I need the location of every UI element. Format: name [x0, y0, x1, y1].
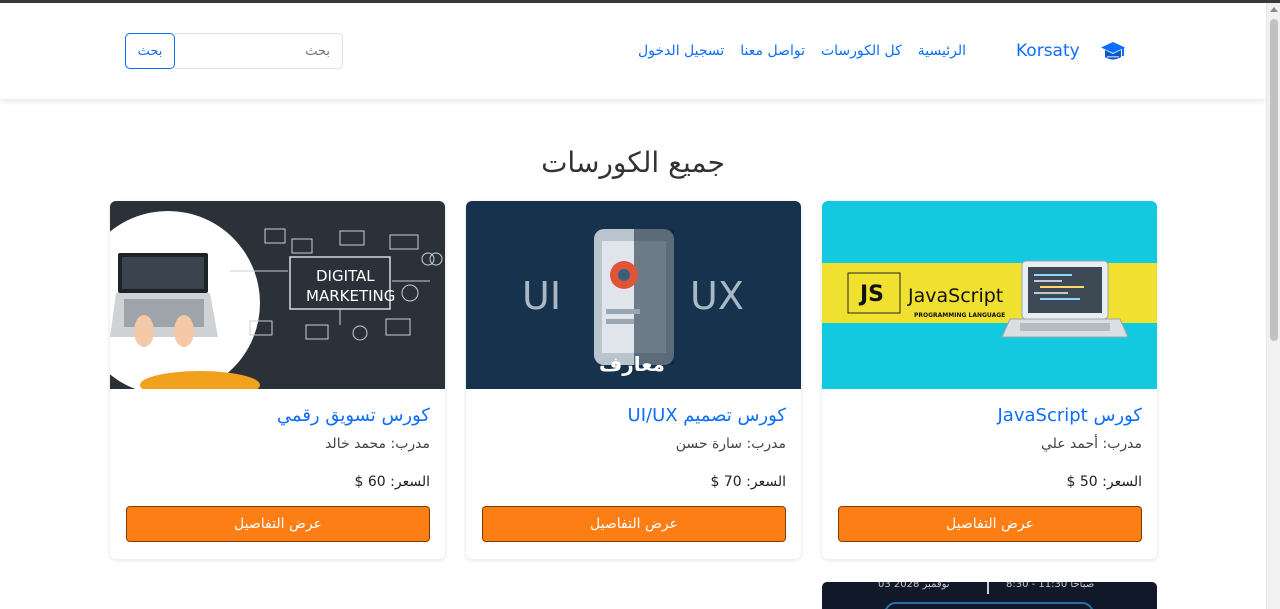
- maaref-logo: معارف: [599, 352, 665, 376]
- event-date: 03 نوفمبر 2028: [878, 582, 950, 590]
- search-button[interactable]: بحث: [125, 33, 175, 69]
- marketing-text: MARKETING: [306, 287, 395, 305]
- brand-name[interactable]: Korsaty: [1016, 41, 1080, 61]
- course-card-next-partial: 03 نوفمبر 2028 8:30 - 11:30 صباحا: [822, 582, 1157, 609]
- scrollbar-thumb[interactable]: [1270, 19, 1278, 341]
- course-instructor: مدرب: محمد خالد: [325, 436, 430, 452]
- card-body: كورس JavaScript مدرب: أحمد علي السعر: 50…: [822, 405, 1157, 542]
- nav-link-home[interactable]: الرئيسية: [918, 43, 966, 59]
- search-input[interactable]: [175, 33, 343, 69]
- pill-outline: [884, 602, 1094, 609]
- ux-text: UX: [690, 274, 744, 318]
- course-card-javascript: JS JavaScript PROGRAMMING LANGUAGE كورس …: [822, 201, 1157, 559]
- view-details-button[interactable]: عرض التفاصيل: [126, 506, 430, 542]
- event-time: 8:30 - 11:30 صباحا: [1006, 582, 1095, 590]
- course-card-marketing: DIGITAL MARKETING كورس تسويق رقمي مدرب: …: [110, 201, 445, 559]
- js-tagline-text: PROGRAMMING LANGUAGE: [914, 312, 1005, 319]
- card-body: كورس تسويق رقمي مدرب: محمد خالد السعر: 6…: [110, 405, 445, 542]
- js-name-text: JavaScript: [907, 285, 1003, 307]
- course-title[interactable]: كورس تصميم UI/UX: [481, 405, 786, 426]
- view-details-button[interactable]: عرض التفاصيل: [482, 506, 786, 542]
- search-form: بحث: [125, 33, 343, 69]
- graduation-cap-icon: [1101, 42, 1125, 60]
- nav-link-contact[interactable]: تواصل معنا: [740, 43, 805, 59]
- navbar: Korsaty الرئيسية كل الكورسات تواصل معنا …: [0, 3, 1266, 99]
- course-price: السعر: 70 $: [710, 474, 786, 490]
- course-card-uiux: UI UX معارف كورس تصميم UI/UX مدرب: سارة …: [466, 201, 801, 559]
- vertical-scrollbar[interactable]: [1266, 3, 1280, 609]
- divider: [987, 582, 989, 594]
- card-body: كورس تصميم UI/UX مدرب: سارة حسن السعر: 7…: [466, 405, 801, 542]
- course-image-marketing: DIGITAL MARKETING: [110, 201, 445, 389]
- js-badge-text: JS: [858, 282, 884, 307]
- course-price: السعر: 60 $: [354, 474, 430, 490]
- course-instructor: مدرب: سارة حسن: [675, 436, 786, 452]
- course-title[interactable]: كورس تسويق رقمي: [125, 405, 430, 426]
- course-price: السعر: 50 $: [1066, 474, 1142, 490]
- scroll-up-arrow-icon[interactable]: [1270, 7, 1278, 12]
- view-details-button[interactable]: عرض التفاصيل: [838, 506, 1142, 542]
- course-image-uiux: UI UX معارف: [466, 201, 801, 389]
- nav-link-all-courses[interactable]: كل الكورسات: [821, 43, 902, 59]
- digital-text: DIGITAL: [316, 267, 375, 285]
- ui-text: UI: [522, 274, 561, 318]
- page-title: جميع الكورسات: [541, 146, 725, 179]
- nav-links: الرئيسية كل الكورسات تواصل معنا تسجيل ال…: [638, 43, 966, 59]
- course-image-javascript: JS JavaScript PROGRAMMING LANGUAGE: [822, 201, 1157, 389]
- course-title[interactable]: كورس JavaScript: [837, 405, 1143, 426]
- nav-link-login[interactable]: تسجيل الدخول: [638, 43, 724, 59]
- course-instructor: مدرب: أحمد علي: [1040, 436, 1142, 452]
